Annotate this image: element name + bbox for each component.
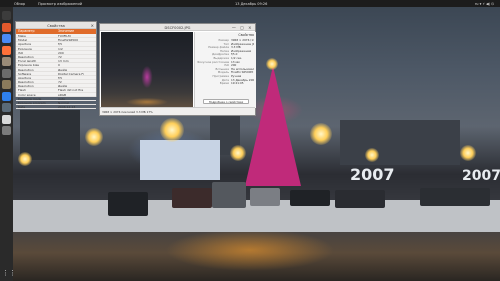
property-value: 0 <box>58 63 60 67</box>
property-key: ISO <box>18 50 24 54</box>
property-key: Aperture <box>18 42 32 46</box>
property-key: Model <box>18 38 28 42</box>
car <box>212 182 246 208</box>
property-value: Дюйм <box>58 67 68 71</box>
photo-icon[interactable] <box>2 103 11 112</box>
info-header: Свойства <box>238 33 254 37</box>
property-value: 72 <box>58 80 62 84</box>
property-value: 1/2 <box>58 46 63 50</box>
property-key: Resolution <box>18 54 34 59</box>
window-title: Свойства <box>47 23 65 28</box>
property-value: f/5 <box>58 75 62 80</box>
property-key: Aperture <box>18 75 32 80</box>
property-value: 72 <box>58 54 62 59</box>
street-light <box>460 145 476 161</box>
property-key: Exposure bias <box>18 63 39 67</box>
property-value: Normal <box>58 101 69 105</box>
system-status[interactable]: ru ▾ ⚡ ◀) ⏻ <box>475 2 494 6</box>
building <box>340 120 460 165</box>
info-value: 19:21:05 <box>231 82 244 86</box>
show-apps-icon[interactable]: ⋮⋮ <box>2 269 16 278</box>
clock[interactable]: 13 Декабрь 09:26 <box>235 2 267 6</box>
property-key: Resolution <box>18 84 34 88</box>
street-light <box>18 152 32 166</box>
property-value: FUJIFILM <box>58 34 71 38</box>
window-controls[interactable]: — ▢ × <box>232 25 253 30</box>
street-light <box>85 128 103 146</box>
property-value: 200 <box>58 50 64 54</box>
info-row: Время 19:21:05 <box>197 82 254 86</box>
property-value: Digital Camera Fi <box>58 71 84 75</box>
property-value: Auto <box>58 96 65 100</box>
year-sign: 2007 <box>462 168 500 184</box>
property-key: Date <box>18 105 26 109</box>
window-title: DSCF0002.JPG <box>164 25 191 30</box>
property-key: Exposure program <box>18 101 46 105</box>
ice-palace <box>140 140 220 180</box>
more-properties-button[interactable]: Подробнее о свойствах <box>203 99 249 104</box>
image-viewer-window: DSCF0002.JPG — ▢ × Свойства Размер 3968 ×… <box>99 23 256 116</box>
property-value: 2006:12:13 <box>58 105 76 109</box>
ubuntu-software-icon[interactable] <box>2 22 11 32</box>
property-key: Resolution <box>18 67 34 71</box>
car <box>250 188 280 206</box>
property-key: Flash <box>18 88 26 92</box>
activities-button[interactable]: Обзор <box>14 2 25 6</box>
properties-window: Свойства × Параметр Значение Make FUJIFIL… <box>15 21 97 110</box>
settings-icon[interactable] <box>2 68 11 78</box>
property-key: Resolution <box>18 80 34 84</box>
property-value: f/5 <box>58 42 62 46</box>
property-key: Focal length <box>18 59 37 63</box>
app-menu[interactable]: Просмотр изображений <box>38 2 82 6</box>
property-value: Flash did not fire <box>58 88 84 92</box>
image-preview[interactable] <box>101 32 193 108</box>
street-light <box>310 123 332 145</box>
vscode-icon[interactable] <box>2 91 11 101</box>
status-bar: 3968 × 2976 пикселей 3.3 МБ 17% <box>100 107 255 115</box>
property-key: Software <box>18 71 32 75</box>
info-key: Время <box>219 82 229 86</box>
tree-star <box>266 58 278 70</box>
trash-icon[interactable] <box>2 126 11 135</box>
street-light <box>365 148 379 162</box>
terminal-icon[interactable] <box>2 11 11 20</box>
close-icon[interactable]: × <box>91 23 94 28</box>
top-panel: Обзор Просмотр изображений 13 Декабрь 09… <box>0 0 500 7</box>
property-key: Exposure <box>18 46 32 50</box>
dock: ⋮⋮ <box>0 7 16 281</box>
chrome-icon[interactable] <box>2 34 11 43</box>
property-value: Дюйм <box>58 84 68 88</box>
car <box>290 190 330 206</box>
viewer-titlebar[interactable]: DSCF0002.JPG — ▢ × <box>100 24 255 31</box>
car <box>108 192 148 216</box>
gimp-icon[interactable] <box>2 80 11 89</box>
street-light <box>230 145 246 161</box>
property-value: sRGB <box>58 92 67 96</box>
properties-list: Make FUJIFILM Model FinePixS6500 Aperture f/5… <box>16 34 96 110</box>
property-value: 13 mm <box>58 59 69 63</box>
property-key: Color space <box>18 92 36 96</box>
year-sign: 2007 <box>350 165 395 184</box>
files-icon[interactable] <box>2 57 11 66</box>
car <box>335 190 385 208</box>
firefox-icon[interactable] <box>2 45 11 55</box>
property-value: FinePixS6500 <box>58 38 78 42</box>
property-key: Make <box>18 34 26 38</box>
street-light <box>160 118 184 142</box>
car <box>172 188 212 208</box>
car <box>420 188 490 206</box>
text-editor-icon[interactable] <box>2 114 11 124</box>
property-key: Exposure mode <box>18 96 42 100</box>
property-row[interactable]: Date 2006:12:13 <box>16 105 96 110</box>
properties-titlebar[interactable]: Свойства × <box>16 22 96 29</box>
image-info-panel: Свойства Размер3968 × 2976 (11.8 Мп)ТипИ… <box>194 32 256 108</box>
